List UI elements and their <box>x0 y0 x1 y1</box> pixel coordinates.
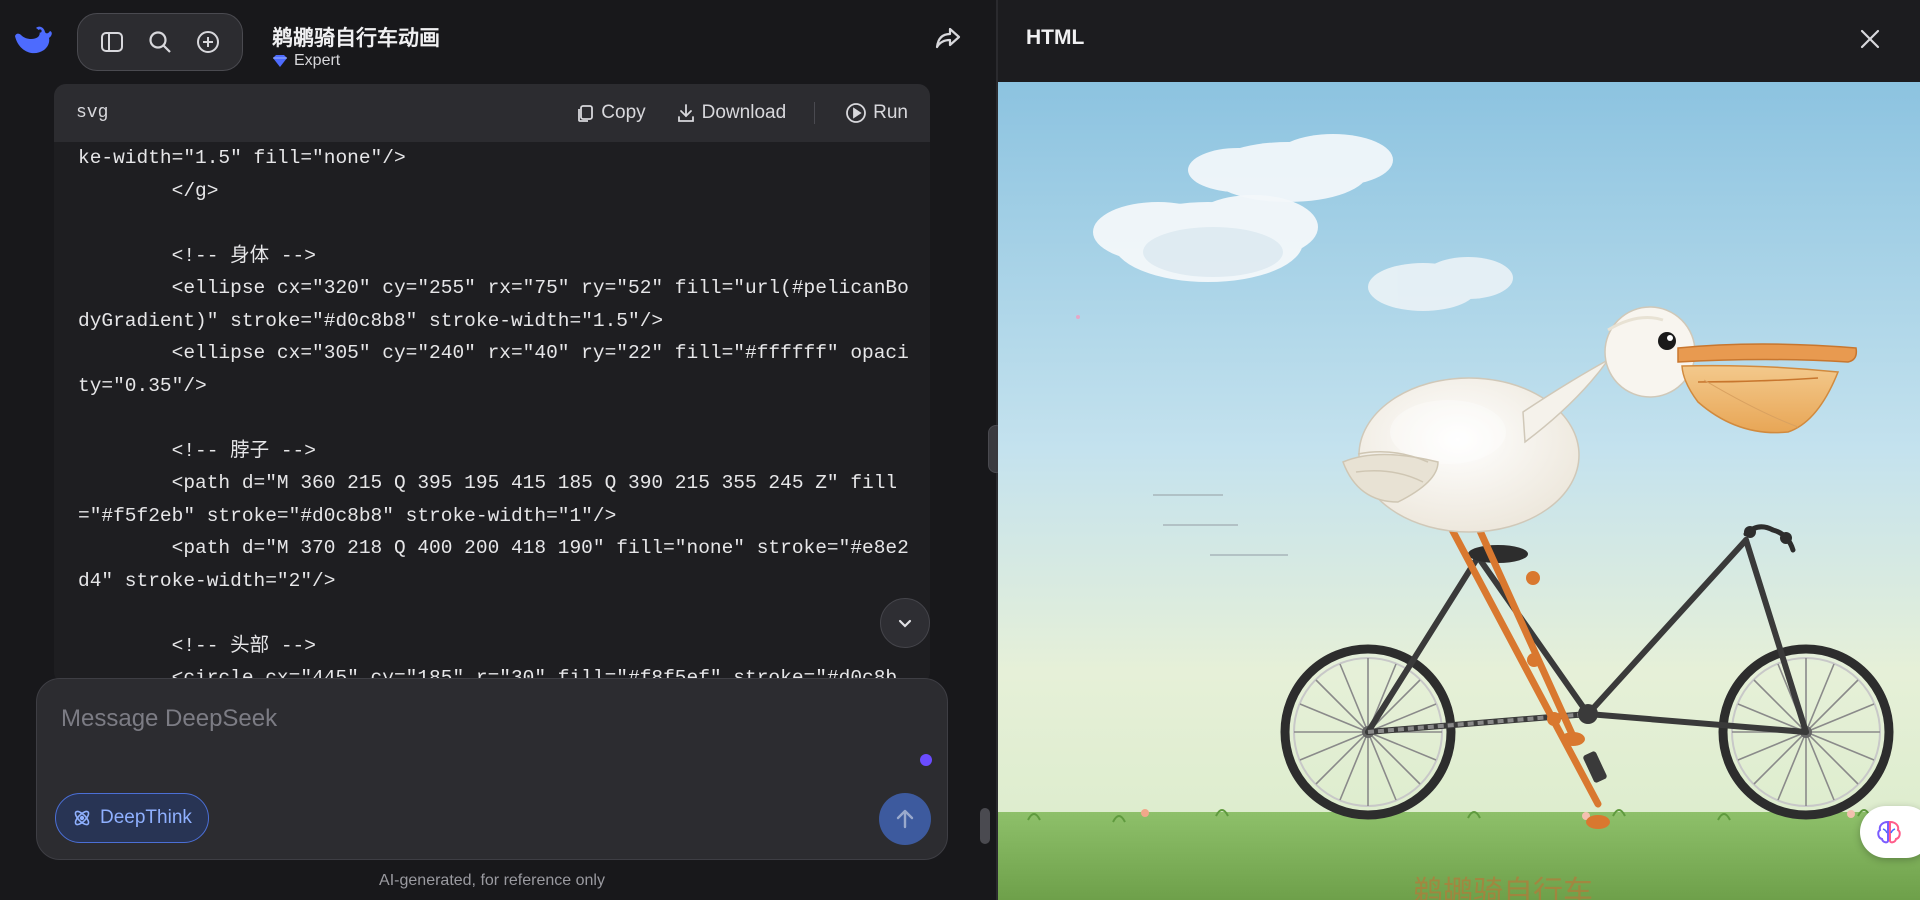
code-line: ="#f5f2eb" stroke="#d0c8b8" stroke-width… <box>78 504 617 527</box>
download-label: Download <box>701 102 787 123</box>
search-icon <box>149 31 171 53</box>
sidebar-icon <box>101 32 123 52</box>
share-icon[interactable] <box>934 24 962 52</box>
code-line: <!-- 身体 --> <box>78 244 316 267</box>
deepthink-toggle[interactable]: DeepThink <box>55 793 209 843</box>
download-button[interactable]: Download <box>676 102 787 124</box>
code-language-label: svg <box>76 103 109 123</box>
toggle-sidebar-button[interactable] <box>95 25 129 59</box>
copy-button[interactable]: Copy <box>575 102 646 124</box>
header-separator <box>814 102 816 124</box>
preview-pane: HTML 鹈鹕骑自行车 <box>998 0 1920 900</box>
close-icon[interactable] <box>1853 22 1887 56</box>
message-composer: DeepThink <box>36 678 948 860</box>
code-line: <path d="M 370 218 Q 400 200 418 190" fi… <box>78 537 909 559</box>
code-line: ty="0.35"/> <box>78 374 207 397</box>
diamond-icon <box>273 55 287 67</box>
code-line: </g> <box>78 179 219 202</box>
code-line: dyGradient)" stroke="#d0c8b8" stroke-wid… <box>78 309 664 332</box>
download-icon <box>677 104 694 122</box>
saddle <box>1468 545 1528 563</box>
crank <box>1578 704 1598 724</box>
chevron-down-icon <box>898 619 912 628</box>
pelican-bicycle-illustration: 鹈鹕骑自行车 <box>998 82 1920 900</box>
send-button[interactable] <box>879 793 931 845</box>
pelican-beak <box>1677 343 1858 363</box>
code-line: <path d="M 360 215 Q 395 195 415 185 Q 3… <box>78 472 898 494</box>
chat-pane: 鹈鹕骑自行车动画 Expert svg Copy Download Run ke… <box>0 0 996 900</box>
atom-icon <box>74 810 90 826</box>
code-line: ke-width="1.5" fill="none"/> <box>78 147 406 169</box>
play-icon <box>846 103 867 123</box>
code-line: d4" stroke-width="2"/> <box>78 569 336 592</box>
copy-icon <box>578 105 594 122</box>
run-label: Run <box>873 102 908 123</box>
pelican-eye <box>1658 332 1676 350</box>
deepseek-logo[interactable] <box>12 22 54 60</box>
disclaimer-text: AI-generated, for reference only <box>379 872 605 889</box>
brain-icon <box>1877 820 1901 844</box>
code-line: <!-- 头部 --> <box>78 634 316 657</box>
mode-label: Expert <box>294 52 341 69</box>
code-line: <!-- 脖子 --> <box>78 439 316 462</box>
pelican-foot <box>1586 815 1610 829</box>
arrow-up-icon <box>896 809 914 829</box>
assistant-button[interactable] <box>1860 806 1920 858</box>
new-chat-icon <box>197 31 219 53</box>
mode-badge: Expert <box>272 52 340 70</box>
chat-scrollbar[interactable] <box>980 808 990 844</box>
code-line: <ellipse cx="320" cy="255" rx="75" ry="5… <box>78 277 909 299</box>
code-content[interactable]: ke-width="1.5" fill="none"/> </g> <!-- 身… <box>78 142 918 682</box>
chat-title[interactable]: 鹈鹕骑自行车动画 <box>272 22 440 52</box>
code-line: <ellipse cx="305" cy="240" rx="40" ry="2… <box>78 342 909 364</box>
sidebar-toolbar <box>77 13 243 71</box>
deepthink-label: DeepThink <box>100 807 192 828</box>
preview-title: HTML <box>1026 26 1085 49</box>
preview-header: HTML <box>998 0 1920 82</box>
new-chat-button[interactable] <box>191 25 225 59</box>
html-preview-canvas[interactable]: 鹈鹕骑自行车 <box>998 82 1920 900</box>
run-button[interactable]: Run <box>845 102 908 124</box>
code-block: svg Copy Download Run ke-width="1.5" fil… <box>54 84 930 684</box>
copy-label: Copy <box>601 102 646 123</box>
status-dot <box>920 754 932 766</box>
sparkle <box>1076 315 1080 319</box>
canvas-caption: 鹈鹕骑自行车 <box>1413 875 1593 900</box>
code-block-header: svg Copy Download Run <box>54 84 930 142</box>
search-button[interactable] <box>143 25 177 59</box>
scroll-to-bottom-button[interactable] <box>880 598 930 648</box>
pelican-foot <box>1561 732 1585 746</box>
message-input[interactable] <box>61 705 921 745</box>
